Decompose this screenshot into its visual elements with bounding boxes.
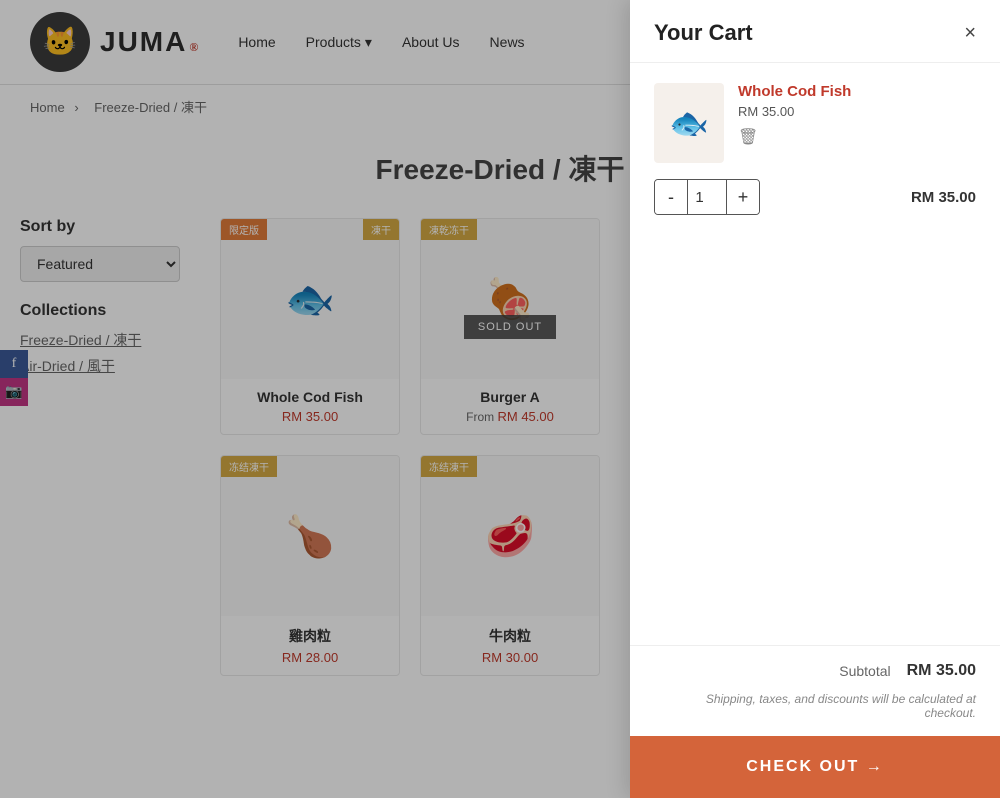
- cart-body: 🐟 Whole Cod Fish RM 35.00 🗑 - + RM 35.00: [630, 63, 1000, 645]
- cart-title: Your Cart: [654, 20, 753, 46]
- product-badge-4: 冻结凍干: [221, 456, 277, 477]
- nav-products[interactable]: Products ▾: [306, 34, 372, 51]
- instagram-icon[interactable]: 📷: [0, 378, 28, 406]
- qty-row: - + RM 35.00: [654, 179, 976, 215]
- collections-label: Collections: [20, 302, 200, 320]
- logo-icon: 🐱: [30, 12, 90, 72]
- collection-air-dried[interactable]: Air-Dried / 風干: [20, 356, 200, 376]
- product-price-2: From RM 45.00: [431, 409, 589, 424]
- cart-item-name: Whole Cod Fish: [738, 83, 976, 100]
- cart-item-price: RM 35.00: [738, 104, 976, 119]
- product-name-5: 牛肉粒: [431, 626, 589, 646]
- collection-freeze-dried[interactable]: Freeze-Dried / 凍干: [20, 330, 200, 350]
- cart-item-delete-button[interactable]: 🗑: [738, 127, 976, 147]
- product-card-1[interactable]: 限定版 凍干 🐟 Whole Cod Fish RM 35.00: [220, 218, 400, 435]
- nav-news[interactable]: News: [490, 34, 525, 50]
- nav-home[interactable]: Home: [238, 34, 275, 50]
- product-image-4: 🍗: [260, 476, 360, 596]
- cart-item-total: RM 35.00: [911, 189, 976, 206]
- social-icons: f 📷: [0, 350, 28, 406]
- cart-panel: Your Cart × 🐟 Whole Cod Fish RM 35.00 🗑 …: [630, 0, 1000, 798]
- subtotal-row: Subtotal RM 35.00: [630, 645, 1000, 688]
- subtotal-label: Subtotal: [839, 663, 890, 679]
- quantity-increase-button[interactable]: +: [727, 180, 759, 214]
- product-image-1: 🐟: [260, 239, 360, 359]
- product-badge-1b: 凍干: [363, 219, 399, 240]
- nav-about[interactable]: About Us: [402, 34, 460, 50]
- logo[interactable]: 🐱 JUMA ®: [30, 12, 198, 72]
- product-badge-1: 限定版: [221, 219, 267, 240]
- subtotal-amount: RM 35.00: [907, 662, 976, 680]
- product-badge-5: 冻结凍干: [421, 456, 477, 477]
- quantity-decrease-button[interactable]: -: [655, 180, 687, 214]
- product-name-4: 雞肉粒: [231, 626, 389, 646]
- product-price-1: RM 35.00: [231, 409, 389, 424]
- main-nav: Home Products ▾ About Us News: [238, 34, 524, 51]
- sort-by-label: Sort by: [20, 218, 200, 236]
- product-from-2: From: [466, 410, 497, 424]
- sold-out-badge: SOLD OUT: [464, 315, 556, 339]
- product-name-2: Burger A: [431, 389, 589, 405]
- breadcrumb-current: Freeze-Dried / 凍干: [94, 100, 207, 115]
- product-image-5: 🥩: [460, 476, 560, 596]
- product-card-4[interactable]: 冻结凍干 🍗 雞肉粒 RM 28.00: [220, 455, 400, 676]
- cart-header: Your Cart ×: [630, 0, 1000, 63]
- product-price-4: RM 28.00: [231, 650, 389, 665]
- product-card-2[interactable]: 凍乾冻干 SOLD OUT 🍖 Burger A From RM 45.00: [420, 218, 600, 435]
- quantity-input[interactable]: [687, 180, 727, 214]
- shipping-note: Shipping, taxes, and discounts will be c…: [630, 688, 1000, 736]
- logo-text: JUMA: [100, 26, 187, 58]
- cart-item: 🐟 Whole Cod Fish RM 35.00 🗑: [654, 83, 976, 163]
- product-card-5[interactable]: 冻结凍干 🥩 牛肉粒 RM 30.00: [420, 455, 600, 676]
- logo-badge: ®: [189, 40, 198, 55]
- sort-select[interactable]: Featured Price: Low to High Price: High …: [20, 246, 180, 282]
- cart-item-image: 🐟: [654, 83, 724, 163]
- product-image-2: 🍖: [460, 239, 560, 359]
- product-price-5: RM 30.00: [431, 650, 589, 665]
- cart-item-details: Whole Cod Fish RM 35.00 🗑: [738, 83, 976, 163]
- facebook-icon[interactable]: f: [0, 350, 28, 378]
- breadcrumb-home[interactable]: Home: [30, 100, 65, 115]
- product-badge-2: 凍乾冻干: [421, 219, 477, 240]
- checkout-button[interactable]: CHECK OUT →: [630, 736, 1000, 798]
- cart-close-button[interactable]: ×: [964, 23, 976, 43]
- product-name-1: Whole Cod Fish: [231, 389, 389, 405]
- quantity-control: - +: [654, 179, 760, 215]
